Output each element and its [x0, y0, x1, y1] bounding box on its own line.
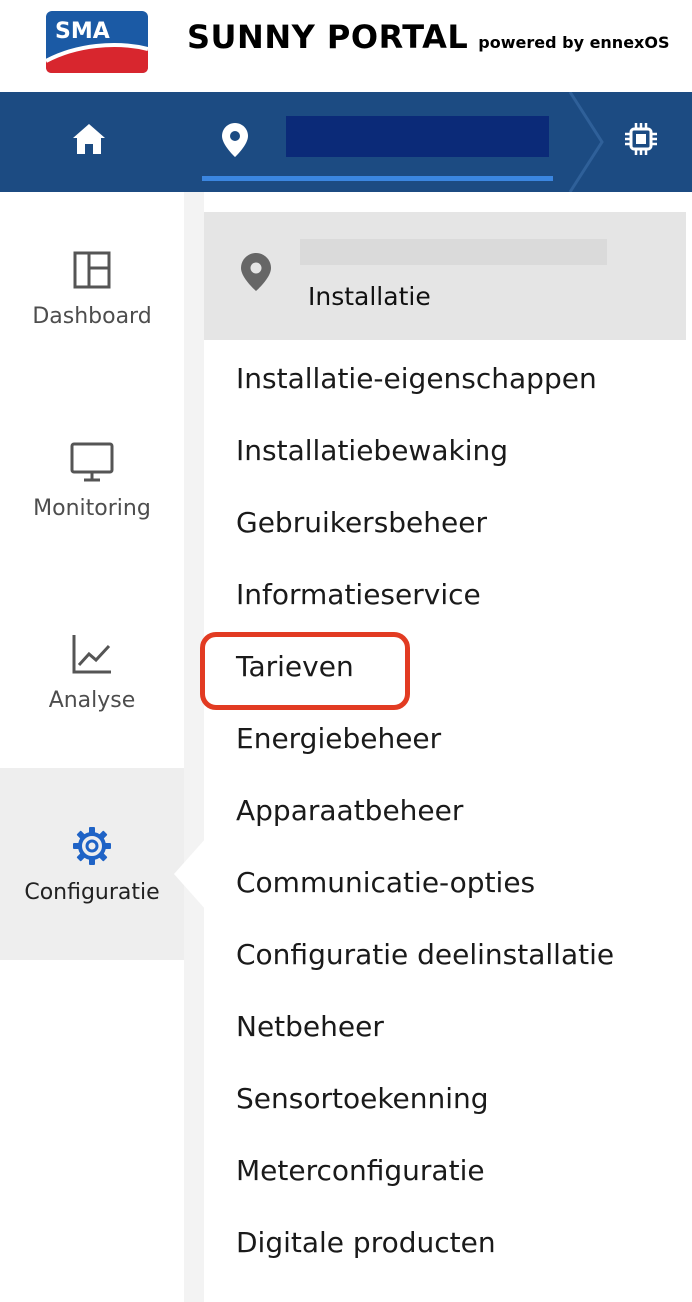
home-button[interactable]	[66, 118, 112, 160]
menu-item-installatiebewaking[interactable]: Installatiebewaking	[204, 414, 686, 486]
installation-name-redacted	[300, 239, 607, 265]
menu-item-energiebeheer[interactable]: Energiebeheer	[204, 702, 686, 774]
menu-item-installatie-eigenschappen[interactable]: Installatie-eigenschappen	[204, 342, 686, 414]
sidebar-divider	[184, 192, 204, 1302]
sidebar-item-monitoring[interactable]: Monitoring	[0, 384, 184, 576]
location-pin-icon	[222, 123, 248, 157]
monitor-icon	[70, 440, 114, 484]
menu-item-gebruikersbeheer[interactable]: Gebruikersbeheer	[204, 486, 686, 558]
active-tab-underline	[202, 176, 553, 181]
breadcrumb-chevron-icon	[568, 92, 604, 192]
submenu-header: Installatie	[204, 212, 686, 340]
location-pin-icon	[241, 253, 271, 291]
sma-logo[interactable]: SMA	[46, 11, 148, 73]
top-navigation	[0, 92, 692, 192]
submenu-list: Installatie-eigenschappen Installatiebew…	[204, 342, 686, 1278]
sidebar-item-label: Dashboard	[32, 304, 152, 329]
menu-item-digitale-producten[interactable]: Digitale producten	[204, 1206, 686, 1278]
location-tab[interactable]	[202, 92, 553, 192]
menu-item-meterconfiguratie[interactable]: Meterconfiguratie	[204, 1134, 686, 1206]
menu-item-informatieservice[interactable]: Informatieservice	[204, 558, 686, 630]
menu-item-apparaatbeheer[interactable]: Apparaatbeheer	[204, 774, 686, 846]
menu-item-netbeheer[interactable]: Netbeheer	[204, 990, 686, 1062]
configuration-submenu: Installatie Installatie-eigenschappen In…	[204, 212, 686, 1302]
submenu-title: Installatie	[308, 282, 431, 311]
installation-name-redacted	[286, 116, 549, 157]
menu-item-sensortoekenning[interactable]: Sensortoekenning	[204, 1062, 686, 1134]
sidebar-item-analyse[interactable]: Analyse	[0, 576, 184, 768]
gear-icon	[70, 824, 114, 868]
dashboard-layout-icon	[70, 248, 114, 292]
menu-item-configuratie-deelinstallatie[interactable]: Configuratie deelinstallatie	[204, 918, 686, 990]
brand-title: SUNNY PORTAL	[187, 18, 469, 56]
home-icon	[73, 124, 105, 154]
sidebar-item-label: Monitoring	[33, 496, 151, 521]
brand-powered-by: powered by ennexOS	[478, 33, 670, 52]
device-chip-icon	[625, 123, 657, 155]
logo-text: SMA	[55, 19, 110, 44]
sidebar-item-label: Configuratie	[24, 880, 160, 905]
left-sidebar: Dashboard Monitoring Analyse Configurati…	[0, 192, 184, 1302]
sidebar-item-label: Analyse	[48, 688, 136, 713]
device-button[interactable]	[618, 116, 664, 162]
menu-item-communicatie-opties[interactable]: Communicatie-opties	[204, 846, 686, 918]
sidebar-item-dashboard[interactable]: Dashboard	[0, 192, 184, 384]
line-chart-icon	[70, 632, 114, 676]
brand: SUNNY PORTAL powered by ennexOS	[187, 18, 670, 62]
sidebar-item-configuratie[interactable]: Configuratie	[0, 768, 184, 960]
active-item-pointer	[174, 838, 206, 910]
app-header: SMA SUNNY PORTAL powered by ennexOS	[0, 0, 692, 92]
menu-item-tarieven[interactable]: Tarieven	[204, 630, 686, 702]
